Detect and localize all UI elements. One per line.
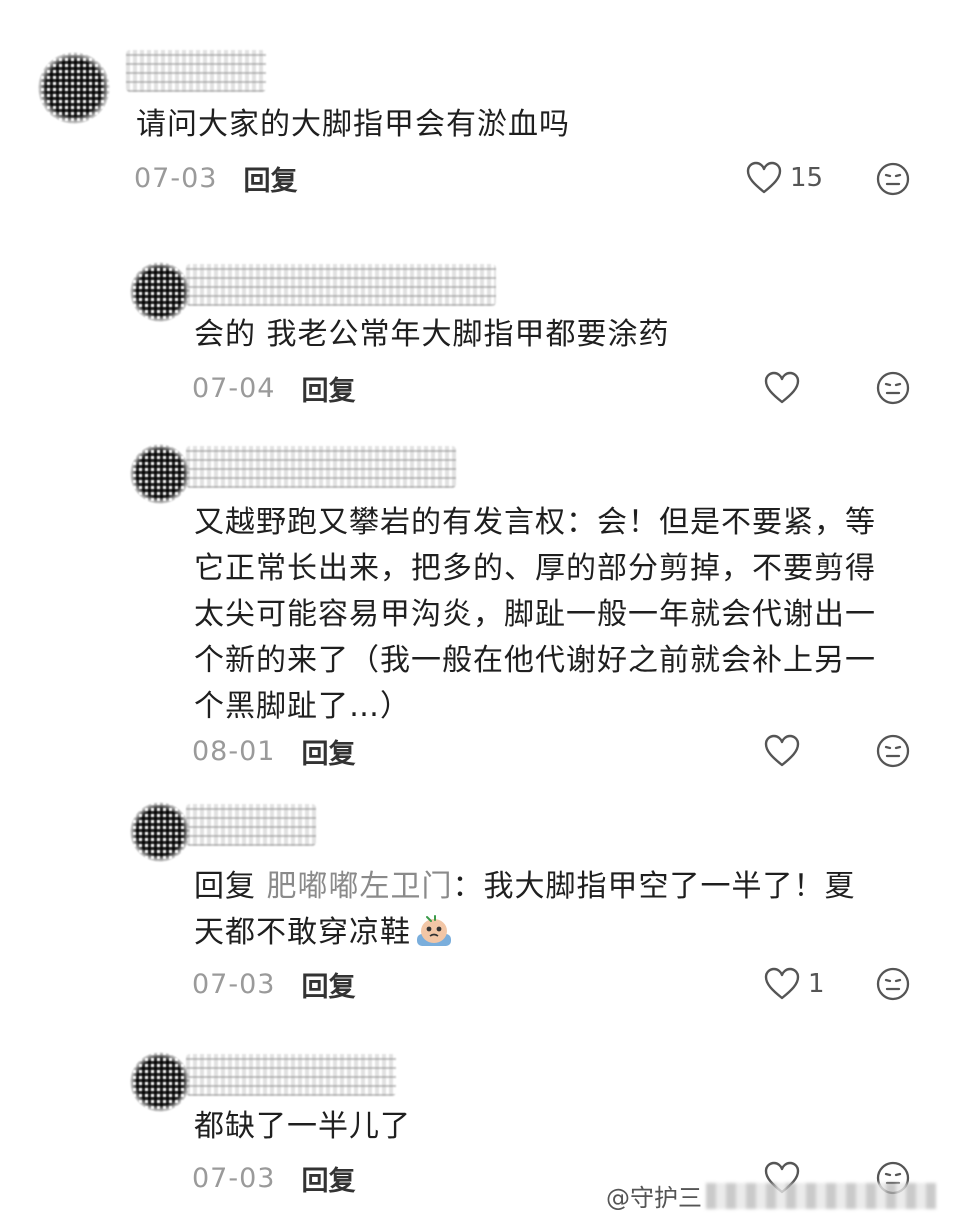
neutral-face-icon	[876, 162, 910, 196]
avatar[interactable]	[130, 444, 190, 504]
reply-prefix: 回复	[194, 869, 256, 904]
neutral-face-icon	[876, 967, 910, 1001]
avatar[interactable]	[130, 262, 190, 322]
comment-text-line-4: 个新的来了（我一般在他代谢好之前就会补上另一	[194, 643, 876, 678]
comment-text: 都缺了一半儿了	[194, 1109, 411, 1144]
reply-target-username[interactable]: 肥嘟嘟左卫门	[267, 869, 453, 904]
watermark-redacted	[706, 1182, 936, 1209]
comment-text-line-5: 个黑脚趾了…）	[194, 689, 411, 724]
like-button[interactable]: 1	[764, 964, 825, 1004]
comment-text-line-1: 又越野跑又攀岩的有发言权：会！但是不要紧，等	[194, 505, 876, 540]
comment-text: 天都不敢穿凉鞋	[194, 915, 411, 950]
comment-text-line-3: 太尖可能容易甲沟炎，脚趾一般一年就会代谢出一	[194, 597, 876, 632]
like-count: 1	[808, 969, 825, 999]
comment-text: 请问大家的大脚指甲会有淤血吗	[136, 107, 570, 142]
emoji-reaction-button[interactable]	[876, 371, 910, 405]
heart-outline-icon	[764, 371, 800, 404]
heart-outline-icon	[746, 161, 782, 194]
comment-meta: 07-04 回复	[192, 368, 355, 408]
like-button[interactable]	[764, 368, 800, 408]
like-count: 15	[790, 163, 824, 193]
reply-button[interactable]: 回复	[301, 1159, 355, 1198]
username-redacted[interactable]	[186, 1054, 396, 1096]
reply-button[interactable]: 回复	[301, 369, 355, 408]
username-redacted[interactable]	[186, 264, 496, 306]
username-redacted[interactable]	[186, 446, 456, 488]
emoji-reaction-button[interactable]	[876, 967, 910, 1001]
comment-date: 07-03	[134, 162, 218, 194]
neutral-face-icon	[876, 371, 910, 405]
reply-button[interactable]: 回复	[301, 965, 355, 1004]
username-redacted[interactable]	[186, 804, 316, 846]
comment-date: 08-01	[192, 735, 276, 767]
comment-date: 07-03	[192, 968, 276, 1000]
like-button[interactable]: 15	[746, 158, 823, 198]
emoji-reaction-button[interactable]	[876, 734, 910, 768]
neutral-face-icon	[876, 734, 910, 768]
username-redacted[interactable]	[126, 50, 266, 92]
comment-meta: 08-01 回复	[192, 731, 355, 771]
comment-meta: 07-03 回复	[192, 964, 355, 1004]
like-button[interactable]	[764, 731, 800, 771]
comment-text: 会的 我老公常年大脚指甲都要涂药	[194, 317, 670, 352]
reply-button[interactable]: 回复	[301, 732, 355, 771]
comment-meta: 07-03 回复	[192, 1158, 355, 1198]
comment-date: 07-04	[192, 372, 276, 404]
comment-meta: 07-03 回复	[134, 158, 297, 198]
comment-text-line-2: 它正常长出来，把多的、厚的部分剪掉，不要剪得	[194, 551, 876, 586]
comment-text: ：我大脚指甲空了一半了！夏	[452, 869, 856, 904]
heart-outline-icon	[764, 967, 800, 1000]
comment-text-line-1: 回复 肥嘟嘟左卫门：我大脚指甲空了一半了！夏	[194, 864, 856, 910]
reply-button[interactable]: 回复	[243, 159, 297, 198]
comment-text-line-2: 天都不敢穿凉鞋	[194, 910, 453, 956]
avatar[interactable]	[130, 802, 190, 862]
weibo-watermark: @守护三	[606, 1178, 936, 1213]
avatar[interactable]	[130, 1052, 190, 1112]
avatar[interactable]	[38, 52, 110, 124]
crying-sticker-icon	[417, 915, 451, 946]
heart-outline-icon	[764, 734, 800, 767]
watermark-text: @守护三	[606, 1184, 702, 1212]
emoji-reaction-button[interactable]	[876, 162, 910, 196]
comment-date: 07-03	[192, 1162, 276, 1194]
